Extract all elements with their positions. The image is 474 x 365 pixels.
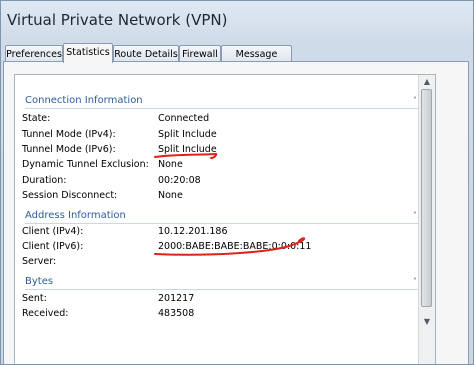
row-label-client-ipv4: Client (IPv4): [22,226,84,237]
tab-route-details[interactable]: Route Details [113,45,179,62]
row-label-tunnel-ipv6: Tunnel Mode (IPv6): [22,144,116,155]
arrow-up-icon[interactable]: ▲ [419,75,435,89]
row-label-server: Server: [22,256,57,267]
row-label-received: Received: [22,308,69,319]
tab-preferences[interactable]: Preferences [5,45,63,62]
window-title: Virtual Private Network (VPN) [7,11,228,29]
section-divider [25,108,421,109]
row-value-dynamic-tunnel-exclusion: None [158,159,183,170]
row-value-sent: 201217 [158,293,195,304]
row-value-duration: 00:20:08 [158,175,201,186]
tab-statistics[interactable]: Statistics [63,43,113,63]
tab-bar: Preferences Statistics Route Details Fir… [5,43,469,77]
chevron-up-icon[interactable]: ˄ [413,211,417,220]
row-label-dynamic-tunnel-exclusion: Dynamic Tunnel Exclusion: [22,159,149,170]
row-label-tunnel-ipv4: Tunnel Mode (IPv4): [22,129,116,140]
row-value-tunnel-ipv4: Split Include [158,129,217,140]
statistics-panel: Connection Information ˄ State: Connecte… [3,61,469,364]
row-value-received: 483508 [158,308,195,319]
row-label-sent: Sent: [22,293,47,304]
statistics-list: Connection Information ˄ State: Connecte… [14,74,436,364]
arrow-down-icon[interactable]: ▼ [419,315,435,329]
section-header-address: Address Information [25,210,126,221]
section-divider [25,289,421,290]
row-label-duration: Duration: [22,175,67,186]
section-header-connection: Connection Information [25,95,143,106]
row-value-tunnel-ipv6: Split Include [158,144,217,155]
tab-message-history[interactable]: Message History [221,45,292,77]
section-divider [25,223,421,224]
vpn-window: Virtual Private Network (VPN) Preference… [0,0,474,365]
section-header-bytes: Bytes [25,276,54,287]
row-label-client-ipv6: Client (IPv6): [22,241,84,252]
tab-firewall[interactable]: Firewall [179,45,221,62]
row-value-session-disconnect: None [158,190,183,201]
row-label-session-disconnect: Session Disconnect: [22,190,118,201]
row-value-client-ipv4: 10.12.201.186 [158,226,228,237]
vertical-scrollbar[interactable]: ▲ ▼ [418,75,435,364]
chevron-up-icon[interactable]: ˄ [413,96,417,105]
scrollbar-thumb[interactable] [421,89,432,307]
row-label-state: State: [22,113,51,124]
row-value-state: Connected [158,113,210,124]
chevron-up-icon[interactable]: ˄ [413,277,417,286]
row-value-client-ipv6: 2000:BABE:BABE:BABE:0:0:0:11 [158,241,312,252]
